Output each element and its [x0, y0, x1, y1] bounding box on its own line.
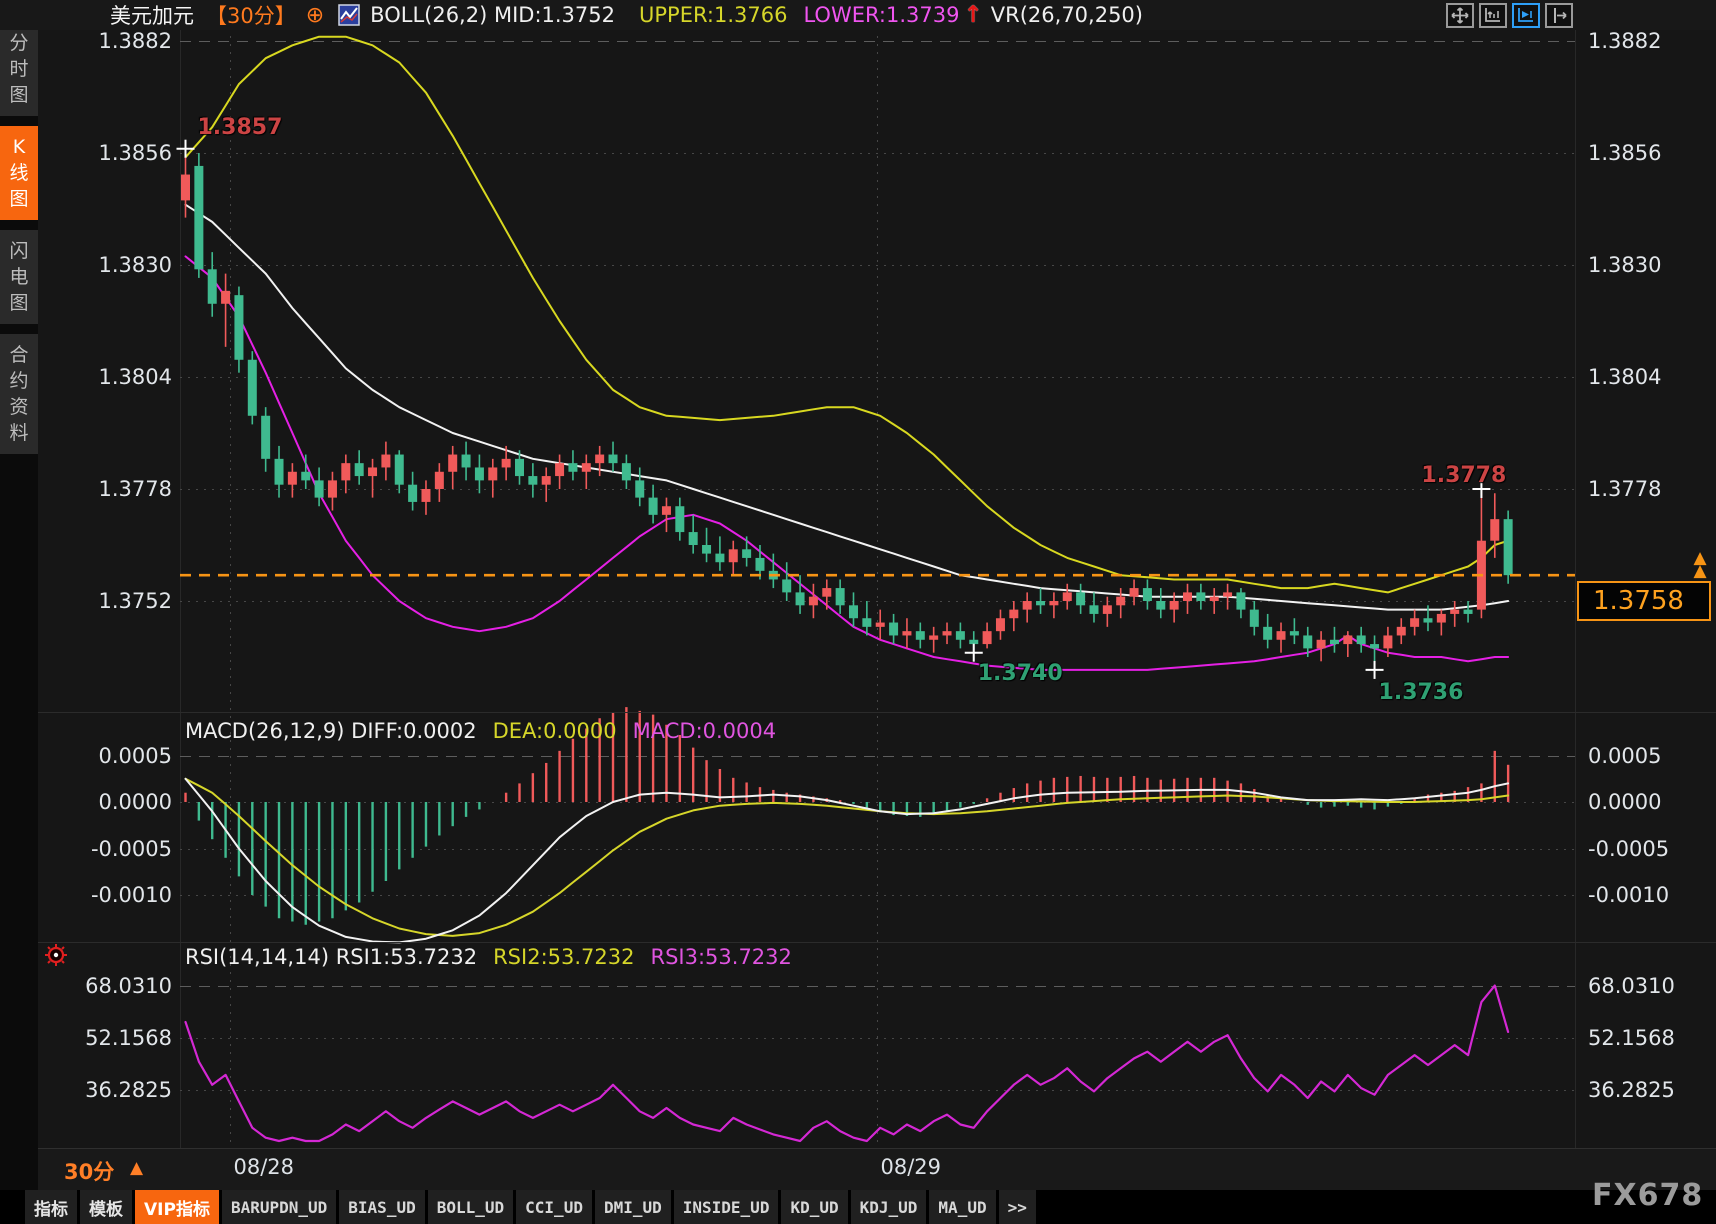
alert-bell-icon[interactable] — [42, 941, 70, 967]
flag-up-icon: ▲▲ — [1693, 548, 1706, 581]
rsi-axis-label: 36.2825 — [1588, 1077, 1714, 1103]
time-axis: 30分 ▲ 08/28 08/29 — [38, 1148, 1716, 1191]
rsi-axis-label: 36.2825 — [50, 1077, 172, 1103]
tab-more-tabs[interactable]: >> — [999, 1190, 1036, 1224]
high-price-annotation: 1.3778 — [1421, 463, 1506, 488]
macd-axis-label: 0.0000 — [50, 789, 172, 815]
shift-chart-button[interactable] — [1545, 3, 1573, 28]
macd-axis-label: -0.0005 — [50, 836, 172, 862]
macd-value-readout: MACD:0.0004 — [633, 719, 777, 743]
indicator-tabbar: 指标模板VIP指标BARUPDN_UDBIAS_UDBOLL_UDCCI_UDD… — [0, 1190, 1716, 1224]
macd-axis-label: 0.0005 — [50, 743, 172, 769]
rsi2-readout: RSI2:53.7232 — [493, 945, 634, 969]
period-up-triangle-icon[interactable]: ▲ — [130, 1158, 143, 1178]
pan-tool-button[interactable] — [1446, 3, 1474, 28]
macd-axis-label: -0.0010 — [50, 882, 172, 908]
circle-plus-icon[interactable]: ⊕ — [306, 3, 324, 28]
sidebar-item-time-share-chart[interactable]: 分时图 — [0, 22, 38, 116]
low-price-annotation: 1.3740 — [978, 661, 1063, 686]
macd-axis-label: -0.0010 — [1588, 882, 1714, 908]
macd-axis-label: 0.0005 — [1588, 743, 1714, 769]
tab-inside-ud[interactable]: INSIDE_UD — [674, 1190, 779, 1224]
tab-dmi-ud[interactable]: DMI_UD — [595, 1190, 671, 1224]
price-axis-label: 1.3804 — [50, 364, 172, 390]
macd-diff-readout: MACD(26,12,9) DIFF:0.0002 — [185, 719, 477, 743]
brand-watermark: FX678 — [1592, 1178, 1703, 1213]
macd-axis-label: 0.0000 — [1588, 789, 1714, 815]
chart-canvas[interactable] — [0, 0, 1716, 1224]
tab-bias-ud[interactable]: BIAS_UD — [339, 1190, 424, 1224]
price-flag-icon: ▲▲ — [1687, 552, 1713, 578]
price-axis-label: 1.3882 — [1588, 28, 1714, 54]
price-axis-label: 1.3856 — [50, 140, 172, 166]
boll-mid-readout: BOLL(26,2) MID:1.3752 — [370, 3, 615, 27]
tab-templates[interactable]: 模板 — [80, 1190, 132, 1224]
price-axis-label: 1.3830 — [1588, 252, 1714, 278]
period-switch[interactable]: 30分 — [64, 1156, 114, 1186]
macd-panel-header: MACD(26,12,9) DIFF:0.0002 DEA:0.0000 MAC… — [185, 719, 776, 743]
macd-dea-readout: DEA:0.0000 — [493, 719, 617, 743]
rsi-axis-label: 52.1568 — [50, 1025, 172, 1051]
tab-cci-ud[interactable]: CCI_UD — [516, 1190, 592, 1224]
expand-chart-button[interactable] — [1512, 3, 1540, 28]
rsi-axis-label: 68.0310 — [1588, 973, 1714, 999]
rsi-axis-label: 52.1568 — [1588, 1025, 1714, 1051]
tab-kdj-ud[interactable]: KDJ_UD — [851, 1190, 927, 1224]
low-price-annotation: 1.3736 — [1379, 680, 1464, 705]
sidebar-item-contract-info[interactable]: 合约资料 — [0, 334, 38, 454]
panel-divider — [38, 712, 1716, 713]
chart-type-sidebar: 分时图 K线图闪电图合约资料 — [0, 0, 38, 1190]
rsi1-readout: RSI(14,14,14) RSI1:53.7232 — [185, 945, 477, 969]
app-window: 美元加元 【30分】 ⊕ BOLL(26,2) MID:1.3752 UPPER… — [0, 0, 1716, 1224]
boll-upper-readout: UPPER:1.3766 — [639, 3, 787, 27]
chart-toolbar — [1446, 3, 1573, 28]
price-axis-label: 1.3804 — [1588, 364, 1714, 390]
current-price-box: 1.3758 — [1577, 581, 1711, 621]
compress-chart-button[interactable] — [1479, 3, 1507, 28]
price-axis-label: 1.3778 — [1588, 476, 1714, 502]
rsi-axis-label: 68.0310 — [50, 973, 172, 999]
tab-boll-ud[interactable]: BOLL_UD — [428, 1190, 513, 1224]
macd-axis-label: -0.0005 — [1588, 836, 1714, 862]
tab-ma-ud[interactable]: MA_UD — [929, 1190, 995, 1224]
sidebar-item-lightning-chart[interactable]: 闪电图 — [0, 230, 38, 324]
price-axis-label: 1.3856 — [1588, 140, 1714, 166]
header-row: 美元加元 【30分】 ⊕ BOLL(26,2) MID:1.3752 UPPER… — [110, 0, 1143, 30]
price-axis-label: 1.3778 — [50, 476, 172, 502]
price-axis-label: 1.3830 — [50, 252, 172, 278]
price-axis-label: 1.3752 — [50, 588, 172, 614]
tab-kd-ud[interactable]: KD_UD — [781, 1190, 847, 1224]
rsi-panel-header: RSI(14,14,14) RSI1:53.7232 RSI2:53.7232 … — [185, 945, 792, 969]
high-price-annotation: 1.3857 — [198, 115, 283, 140]
indicator-chip-icon[interactable] — [338, 4, 360, 26]
date-label: 08/29 — [881, 1155, 942, 1179]
boll-lower-readout: LOWER:1.3739 — [803, 3, 959, 27]
sidebar-item-kline-chart[interactable]: K线图 — [0, 126, 38, 220]
period-tag[interactable]: 【30分】 — [206, 0, 296, 30]
date-label: 08/28 — [234, 1155, 295, 1179]
rsi3-readout: RSI3:53.7232 — [651, 945, 792, 969]
tab-barupdn-ud[interactable]: BARUPDN_UD — [222, 1190, 336, 1224]
price-up-arrow-icon: ↑ — [963, 2, 982, 28]
price-axis-label: 1.3882 — [50, 28, 172, 54]
tab-indicators[interactable]: 指标 — [25, 1190, 77, 1224]
tab-vip-indicators[interactable]: VIP指标 — [135, 1190, 219, 1224]
vr-readout: VR(26,70,250) — [991, 3, 1143, 27]
panel-divider — [38, 942, 1716, 943]
symbol-title: 美元加元 — [110, 0, 194, 30]
